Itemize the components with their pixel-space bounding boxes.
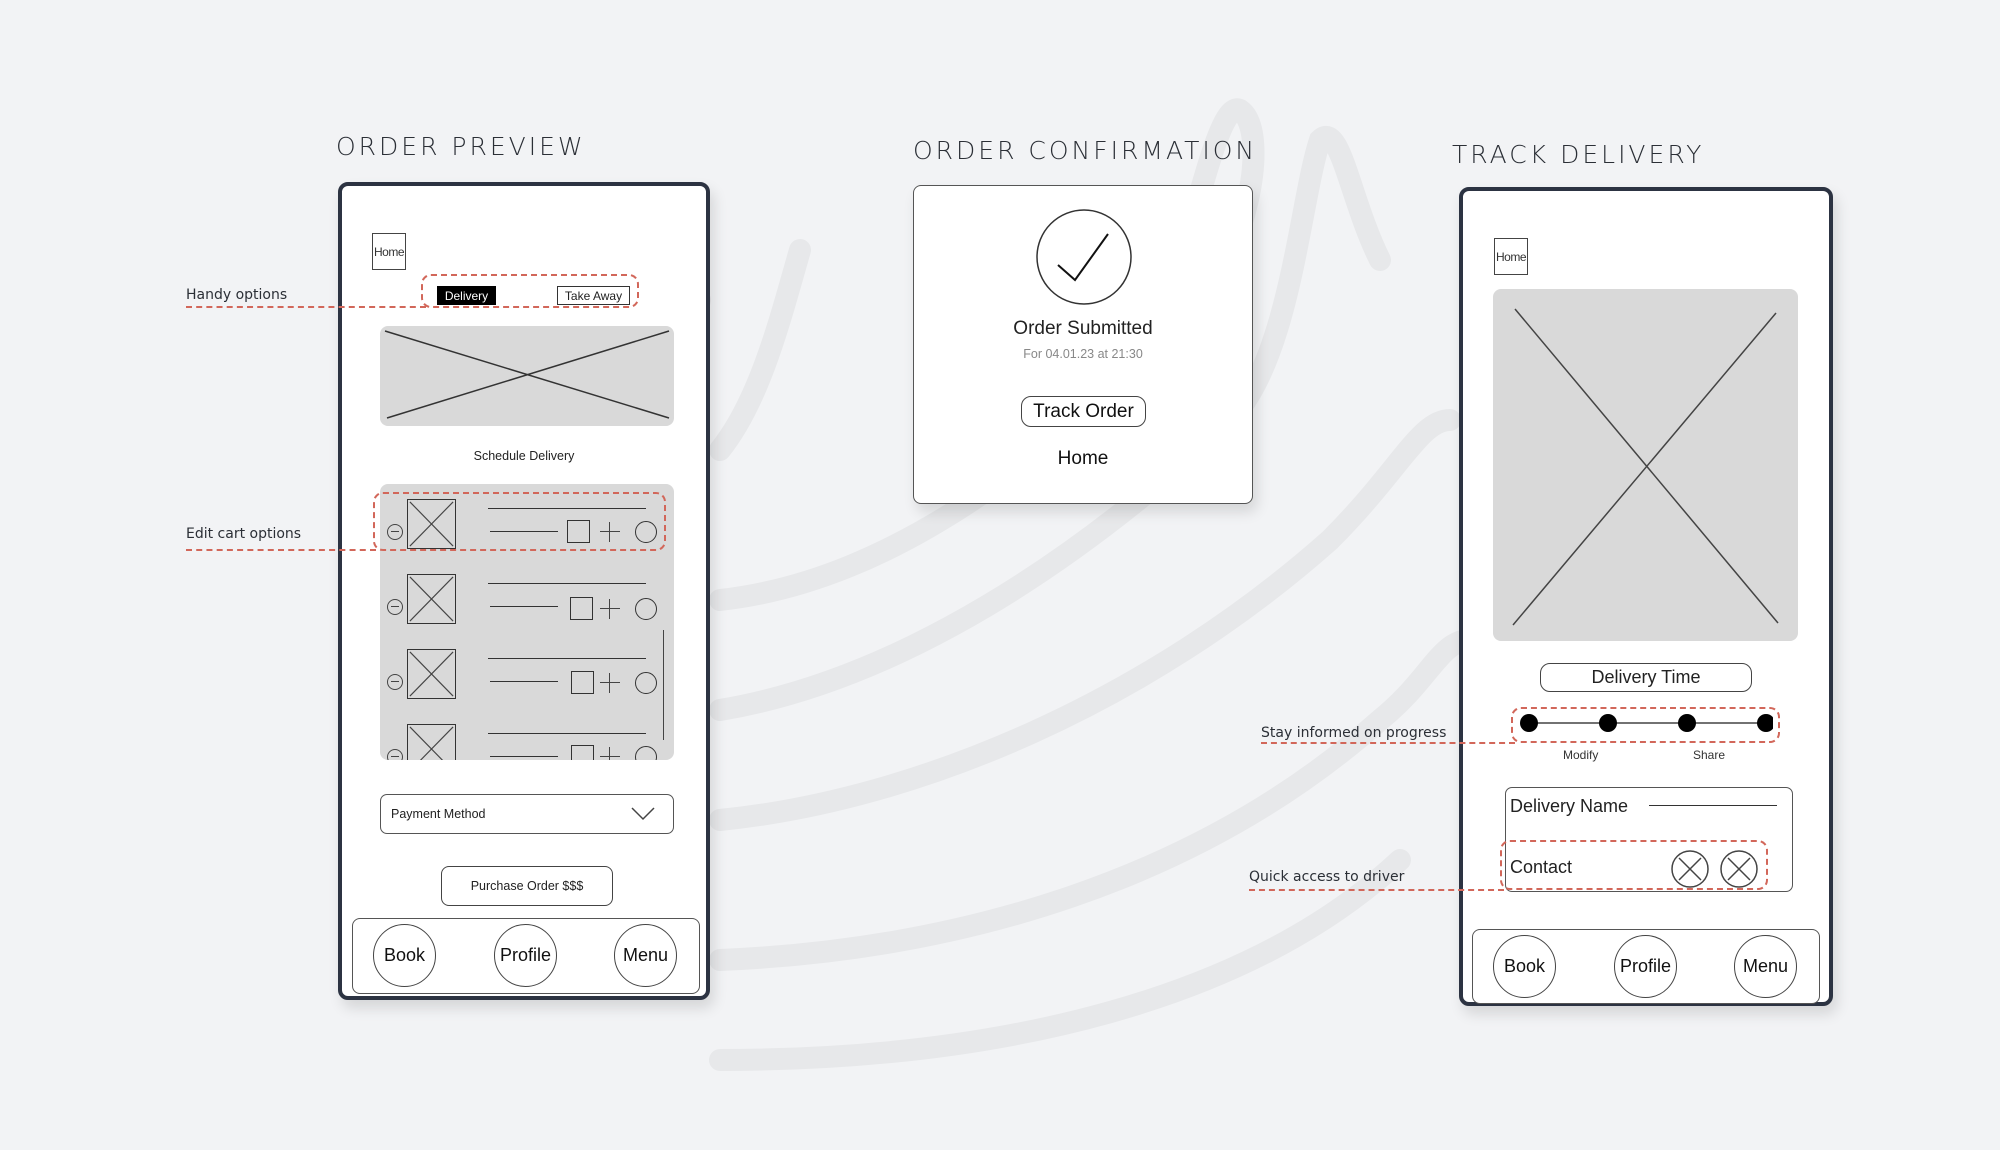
delivery-name-line — [1649, 805, 1777, 806]
annotation-line-edit-cart — [186, 549, 376, 551]
nav-menu-button[interactable]: Menu — [614, 924, 677, 987]
order-confirmation-card: Order Submitted For 04.01.23 at 21:30 Tr… — [913, 185, 1253, 504]
payment-method-value: Payment Method — [391, 807, 486, 821]
progress-label-modify[interactable]: Modify — [1563, 748, 1598, 762]
remove-item-icon[interactable] — [387, 674, 403, 690]
checkmark-icon — [1036, 209, 1132, 305]
item-price-line — [490, 756, 558, 757]
order-datetime: For 04.01.23 at 21:30 — [1023, 347, 1143, 361]
item-price-line — [490, 606, 558, 607]
annotation-handy-options: Handy options — [186, 287, 288, 303]
item-thumbnail — [407, 574, 456, 624]
progress-label-share[interactable]: Share — [1693, 748, 1725, 762]
nav-book-button[interactable]: Book — [1493, 935, 1556, 998]
item-option-icon[interactable] — [635, 672, 657, 694]
annotation-box-edit-cart — [373, 492, 666, 551]
cart-item — [380, 573, 674, 633]
order-confirmation-title: ORDER CONFIRMATION — [913, 136, 1258, 165]
remove-item-icon[interactable] — [387, 749, 403, 760]
bottom-nav: Book Profile Menu — [352, 918, 700, 994]
item-option-icon[interactable] — [635, 598, 657, 620]
schedule-delivery-link[interactable]: Schedule Delivery — [342, 449, 706, 463]
track-order-button[interactable]: Track Order — [1021, 396, 1146, 427]
order-preview-title: ORDER PREVIEW — [336, 132, 586, 161]
item-price-line — [490, 681, 558, 682]
map-image-placeholder — [1493, 289, 1798, 641]
bottom-nav: Book Profile Menu — [1472, 929, 1820, 1004]
cart-scrollbar[interactable] — [663, 630, 664, 740]
add-item-icon[interactable] — [600, 673, 620, 693]
annotation-line-progress — [1261, 742, 1515, 744]
add-item-icon[interactable] — [600, 599, 620, 619]
home-button[interactable]: Home — [1494, 238, 1528, 275]
remove-item-icon[interactable] — [387, 599, 403, 615]
quantity-box[interactable] — [571, 745, 594, 760]
quantity-box[interactable] — [570, 597, 593, 620]
quantity-box[interactable] — [571, 671, 594, 694]
annotation-box-quick-access — [1500, 840, 1768, 890]
annotation-line-handy-options — [186, 306, 426, 308]
payment-method-select[interactable]: Payment Method — [380, 794, 674, 834]
nav-profile-button[interactable]: Profile — [1614, 935, 1677, 998]
add-item-icon[interactable] — [600, 747, 620, 760]
nav-menu-button[interactable]: Menu — [1734, 935, 1797, 998]
item-thumbnail — [407, 724, 456, 760]
home-button[interactable]: Home — [372, 233, 406, 270]
nav-profile-button[interactable]: Profile — [494, 924, 557, 987]
annotation-quick-access: Quick access to driver — [1249, 869, 1405, 885]
nav-book-button[interactable]: Book — [373, 924, 436, 987]
banner-image-placeholder — [380, 326, 674, 426]
chevron-down-icon — [631, 807, 655, 821]
item-title-line — [488, 583, 646, 584]
annotation-box-handy-options — [421, 274, 639, 308]
annotation-line-quick-access — [1249, 889, 1504, 891]
annotation-edit-cart: Edit cart options — [186, 526, 302, 542]
home-link[interactable]: Home — [914, 448, 1252, 470]
annotation-stay-informed: Stay informed on progress — [1261, 725, 1447, 741]
delivery-name-label: Delivery Name — [1510, 796, 1629, 816]
item-thumbnail — [407, 649, 456, 699]
item-option-icon[interactable] — [635, 746, 657, 760]
track-delivery-title: TRACK DELIVERY — [1452, 140, 1705, 169]
order-submitted-heading: Order Submitted — [1013, 318, 1153, 339]
delivery-time-button[interactable]: Delivery Time — [1540, 663, 1752, 692]
cart-item — [380, 723, 674, 760]
purchase-order-button[interactable]: Purchase Order $$$ — [441, 866, 613, 906]
item-title-line — [488, 733, 646, 734]
cart-item — [380, 648, 674, 708]
item-title-line — [488, 658, 646, 659]
annotation-box-progress — [1511, 707, 1780, 743]
